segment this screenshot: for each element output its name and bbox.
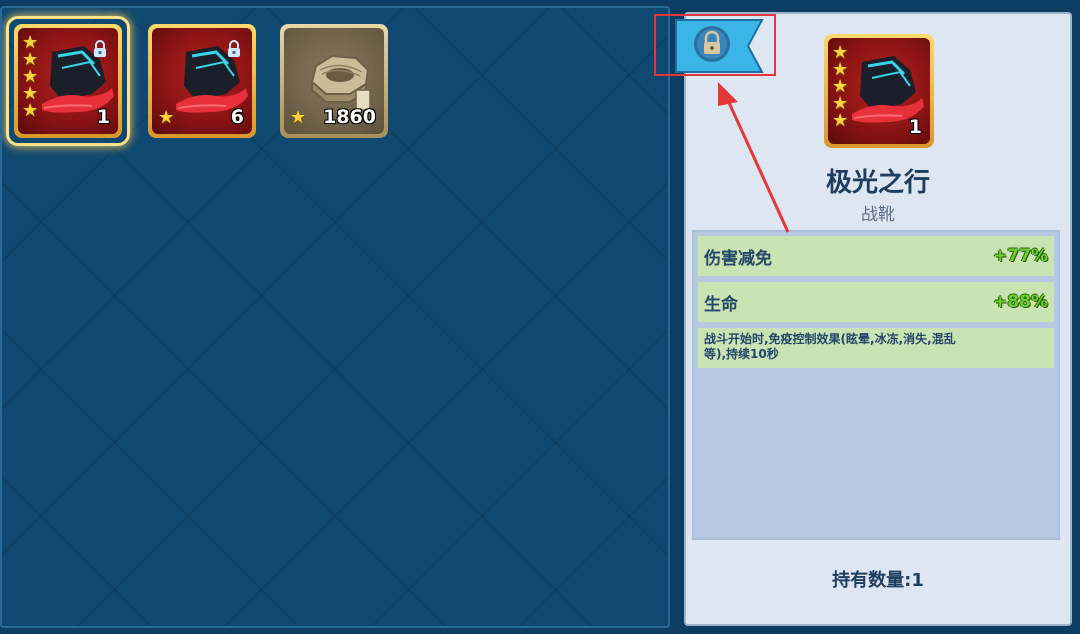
detail-item-icon: ★ ★ ★ ★ ★ 1 xyxy=(824,34,934,148)
stat-label: 伤害减免 xyxy=(704,248,772,269)
star-icon: ★ xyxy=(832,110,849,131)
item-count: 1 xyxy=(908,116,922,138)
inventory-slot-nut[interactable]: ★ 1860 xyxy=(280,24,388,138)
owned-count: 持有数量:1 xyxy=(832,570,924,591)
inventory-slot-shoe-selected[interactable]: ★ ★ ★ ★ ★ 1 xyxy=(6,16,130,146)
stat-label: 生命 xyxy=(704,294,738,315)
skill-description: 战斗开始时,免疫控制效果(眩晕,冰冻,消失,混乱 等),持续10秒 xyxy=(698,328,1054,368)
inventory-panel: ★ ★ ★ ★ ★ 1 ★ 6 ★ 1860 xyxy=(0,6,670,628)
pointer-arrow xyxy=(718,82,790,233)
stat-row-health: 生命 +88% xyxy=(698,282,1054,322)
game-screen: ★ ★ ★ ★ ★ 1 ★ 6 ★ 1860 ★ ★ ★ ★ ★ 1 极光之行 … xyxy=(0,0,1080,634)
stats-box: 伤害减免 +77% 生命 +88% 战斗开始时,免疫控制效果(眩晕,冰冻,消失,… xyxy=(692,230,1060,540)
inventory-slot-shoe[interactable]: ★ 6 xyxy=(148,24,256,138)
star-icon: ★ xyxy=(158,107,175,128)
stat-row-damage-reduction: 伤害减免 +77% xyxy=(698,236,1054,276)
stat-value: +77% xyxy=(993,246,1048,266)
star-rating: ★ ★ ★ ★ ★ xyxy=(22,34,40,121)
lock-icon xyxy=(228,40,240,57)
stat-value: +88% xyxy=(993,292,1048,312)
description-line: 战斗开始时,免疫控制效果(眩晕,冰冻,消失,混乱 xyxy=(704,332,956,346)
highlight-box xyxy=(654,14,776,76)
item-count: 6 xyxy=(230,106,244,128)
description-line: 等),持续10秒 xyxy=(704,347,779,361)
star-icon: ★ xyxy=(290,107,307,128)
star-rating: ★ ★ ★ ★ ★ xyxy=(832,44,850,131)
item-count: 1 xyxy=(96,106,110,128)
star-icon: ★ xyxy=(22,100,39,121)
lock-icon xyxy=(94,40,106,57)
item-count: 1860 xyxy=(323,106,376,128)
